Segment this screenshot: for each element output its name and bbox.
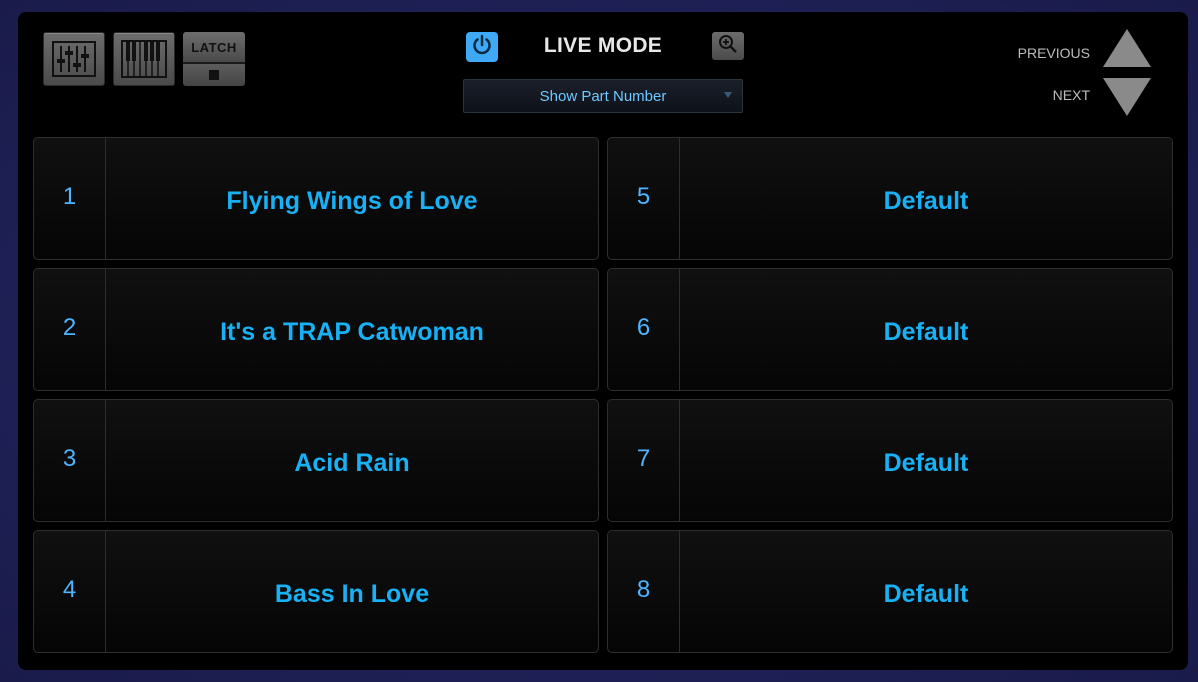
dropdown-value: Show Part Number <box>539 87 667 105</box>
part-number: 7 <box>608 400 680 521</box>
part-name: Acid Rain <box>294 449 410 477</box>
parts-grid: 1 Flying Wings of Love 5 Default 2 It's … <box>33 137 1173 653</box>
part-slot-1[interactable]: 1 Flying Wings of Love <box>33 137 599 260</box>
zoom-button[interactable] <box>712 32 744 60</box>
power-button[interactable] <box>466 32 498 62</box>
part-slot-3[interactable]: 3 Acid Rain <box>33 399 599 522</box>
latch-button[interactable]: LATCH <box>183 32 245 86</box>
live-mode-panel: LATCH LIVE MODE Show Part Number PREVIOU… <box>18 12 1188 670</box>
chevron-down-icon <box>724 92 732 98</box>
part-number: 5 <box>608 138 680 259</box>
part-number: 8 <box>608 531 680 652</box>
part-number: 2 <box>34 269 106 390</box>
next-label: NEXT <box>1052 87 1090 103</box>
part-number: 1 <box>34 138 106 259</box>
previous-label: PREVIOUS <box>1017 45 1090 61</box>
part-slot-8[interactable]: 8 Default <box>607 530 1173 653</box>
part-name: Bass In Love <box>274 580 430 608</box>
part-slot-6[interactable]: 6 Default <box>607 268 1173 391</box>
part-name: Default <box>883 449 969 477</box>
part-slot-4[interactable]: 4 Bass In Love <box>33 530 599 653</box>
part-name: Default <box>883 318 969 346</box>
latch-label: LATCH <box>183 32 245 62</box>
zoom-in-icon <box>718 34 738 59</box>
arrow-up-icon[interactable] <box>1103 29 1151 67</box>
stop-icon <box>209 70 219 80</box>
part-display-dropdown[interactable]: Show Part Number <box>463 79 743 113</box>
part-slot-2[interactable]: 2 It's a TRAP Catwoman <box>33 268 599 391</box>
part-name: It's a TRAP Catwoman <box>220 318 484 346</box>
keyboard-icon <box>121 40 167 78</box>
part-number: 6 <box>608 269 680 390</box>
part-name: Flying Wings of Love <box>226 187 478 215</box>
mixer-button[interactable] <box>43 32 105 86</box>
part-number: 4 <box>34 531 106 652</box>
part-slot-5[interactable]: 5 Default <box>607 137 1173 260</box>
keyboard-button[interactable] <box>113 32 175 86</box>
part-name: Default <box>883 580 969 608</box>
part-number: 3 <box>34 400 106 521</box>
power-icon <box>471 34 493 61</box>
part-name: Default <box>883 187 969 215</box>
page-title: LIVE MODE <box>543 34 663 57</box>
arrow-down-icon[interactable] <box>1103 78 1151 116</box>
mixer-icon <box>52 41 96 77</box>
part-slot-7[interactable]: 7 Default <box>607 399 1173 522</box>
